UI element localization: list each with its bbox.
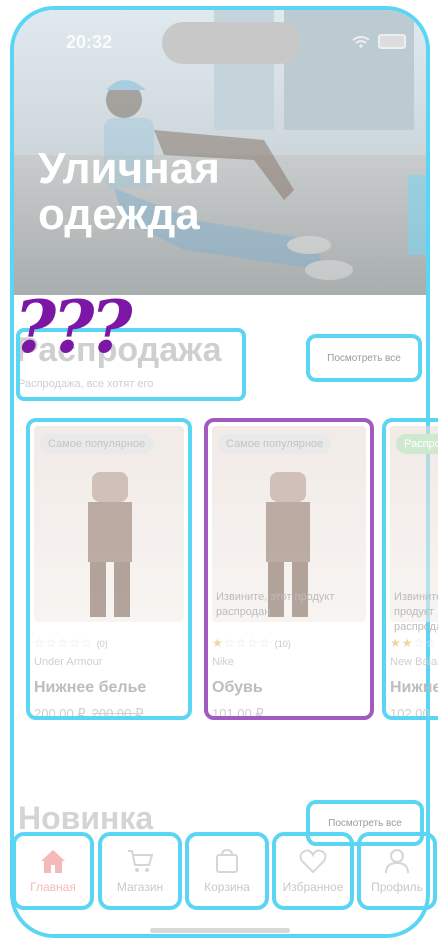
product-model-image <box>88 472 132 617</box>
hero-title-line1: Уличная <box>38 144 220 193</box>
product-name: Обувь <box>212 679 263 696</box>
product-card-selected[interactable]: Самое популярное Извините, этот продукт … <box>204 418 374 720</box>
current-price: 102.00 <box>390 706 430 720</box>
product-card[interactable]: Распродажа Извините, этот продукт распро… <box>382 418 438 720</box>
tab-favorites[interactable]: Избранное <box>272 832 354 910</box>
wifi-icon <box>352 35 370 48</box>
tab-cart[interactable]: Корзина <box>185 832 269 910</box>
product-name: Нижнее белье <box>34 679 147 696</box>
tab-profile[interactable]: Профиль <box>357 832 437 910</box>
dynamic-island <box>162 22 300 64</box>
product-brand: New Balance <box>390 656 438 668</box>
product-name: Нижнее белье <box>390 679 438 696</box>
old-price: 200.00 ₽ <box>91 706 144 720</box>
product-card[interactable]: Самое популярное ☆☆☆☆☆ (0) Under Armour Н… <box>26 418 192 720</box>
status-time: 20:32 <box>66 32 113 52</box>
hero-title-line2: одежда <box>38 190 200 239</box>
sale-view-all-button[interactable]: Посмотреть все <box>306 334 422 382</box>
heart-icon <box>299 849 327 874</box>
tab-home[interactable]: Главная <box>12 832 94 910</box>
user-icon <box>385 849 409 874</box>
review-count: (10) <box>274 639 291 649</box>
review-count: (0) <box>96 639 108 649</box>
bag-icon <box>216 848 238 873</box>
cart-icon <box>128 850 154 872</box>
product-price: 200.00 ₽ 200.00 ₽ <box>34 706 144 720</box>
product-tag: Самое популярное <box>218 434 332 454</box>
home-indicator[interactable] <box>150 928 290 933</box>
current-price: 200.00 ₽ <box>34 706 86 720</box>
product-tag: Самое популярное <box>40 434 154 454</box>
tab-label: Корзина <box>204 880 250 894</box>
product-tag: Распродажа <box>396 434 438 454</box>
sold-out-message: Извините, этот продукт распродан <box>394 591 438 633</box>
current-price: 101.00 ₽ <box>212 706 264 720</box>
hero-title: Уличная одежда <box>38 146 220 238</box>
home-icon <box>41 850 65 873</box>
sold-out-message: Извините, этот продукт распродан <box>216 591 335 618</box>
rating-stars: ☆☆☆☆☆ (0) <box>34 636 108 650</box>
tab-label: Избранное <box>282 880 344 894</box>
rating-stars: ★★☆☆☆ <box>390 636 438 650</box>
tab-shop[interactable]: Магазин <box>98 832 182 910</box>
tab-label: Магазин <box>116 880 164 894</box>
status-bar: 20:32 <box>14 10 426 70</box>
product-brand: Nike <box>212 656 235 668</box>
product-brand: Under Armour <box>34 656 103 668</box>
status-icons <box>352 34 406 49</box>
hero-accent <box>408 175 426 255</box>
rating-stars: ★☆☆☆☆ (10) <box>212 636 291 650</box>
tab-label: Главная <box>30 880 76 894</box>
battery-icon <box>378 34 406 49</box>
product-price: 101.00 ₽ <box>212 706 264 720</box>
question-marks-annotation: ??? <box>14 284 133 369</box>
tab-label: Профиль <box>371 880 423 894</box>
